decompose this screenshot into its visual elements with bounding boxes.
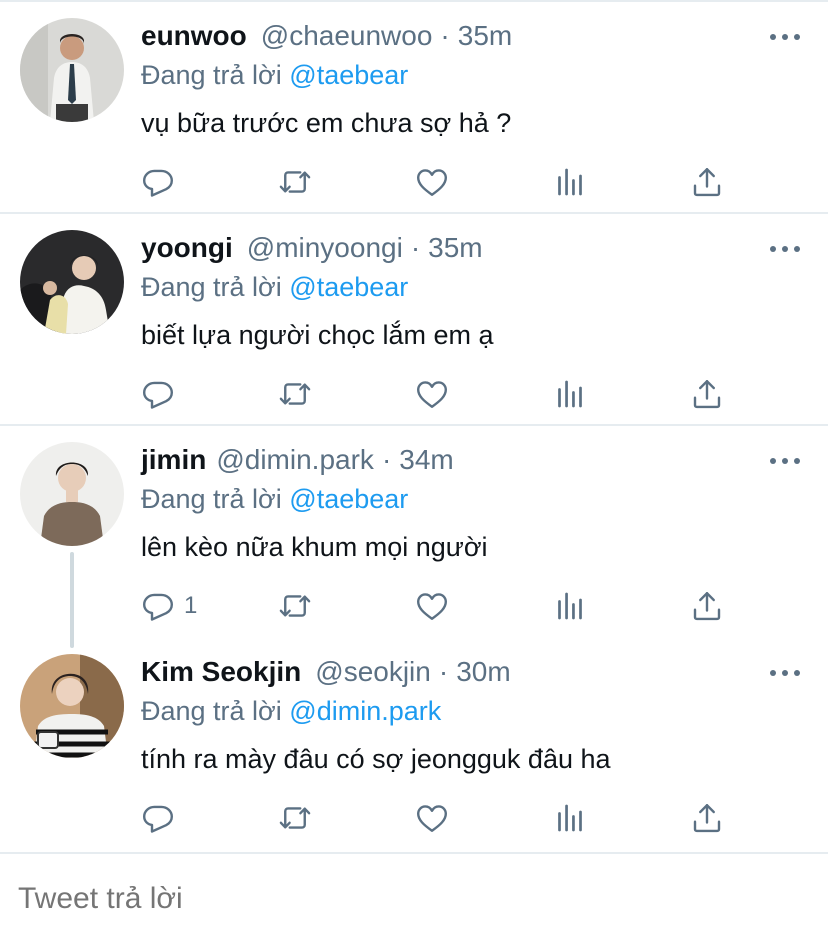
share-icon — [689, 376, 725, 412]
display-name[interactable]: eunwoo — [141, 20, 247, 52]
retweet-button[interactable] — [277, 798, 313, 838]
retweet-button[interactable] — [277, 162, 313, 202]
mention-link[interactable]: @taebear — [289, 60, 408, 90]
reply-icon — [140, 164, 176, 200]
divider — [0, 0, 828, 2]
reply-button[interactable] — [140, 162, 184, 202]
avatar[interactable] — [20, 18, 124, 122]
separator-dot: · — [381, 444, 392, 475]
reply-icon — [140, 800, 176, 836]
analytics-icon — [552, 588, 588, 624]
more-icon[interactable] — [770, 456, 800, 466]
display-name[interactable]: yoongi — [141, 232, 233, 264]
separator-dot: · — [410, 232, 421, 263]
share-icon — [689, 588, 725, 624]
tweet-actions — [140, 798, 740, 838]
tweet-text: vụ bữa trước em chưa sợ hả ? — [141, 108, 512, 138]
like-icon — [414, 588, 450, 624]
replying-to: Đang trả lời @taebear — [141, 484, 408, 515]
replying-label: Đang trả lời — [141, 484, 282, 514]
retweet-button[interactable] — [277, 374, 313, 414]
avatar[interactable] — [20, 442, 124, 546]
analytics-icon — [552, 164, 588, 200]
reply-composer — [0, 852, 828, 940]
like-button[interactable] — [414, 798, 450, 838]
replying-to: Đang trả lời @taebear — [141, 60, 408, 91]
more-icon[interactable] — [770, 668, 800, 678]
reply-count: 1 — [184, 592, 198, 619]
retweet-icon — [277, 376, 313, 412]
reply-icon — [140, 376, 176, 412]
share-button[interactable] — [689, 162, 725, 202]
analytics-button[interactable] — [552, 798, 588, 838]
reply-button[interactable] — [140, 374, 184, 414]
tweet-header: yoongi @minyoongi · 35m — [141, 232, 483, 268]
like-button[interactable] — [414, 162, 450, 202]
tweet[interactable]: yoongi @minyoongi · 35m Đang trả lời @ta… — [0, 230, 828, 430]
tweet-actions — [140, 162, 740, 202]
separator-dot: · — [440, 20, 450, 51]
like-icon — [414, 164, 450, 200]
replying-to: Đang trả lời @taebear — [141, 272, 408, 303]
tweet-text: tính ra mày đâu có sợ jeongguk đâu ha — [141, 744, 611, 774]
reply-input[interactable] — [18, 882, 718, 916]
analytics-button[interactable] — [552, 374, 588, 414]
tweet[interactable]: eunwoo @chaeunwoo · 35m Đang trả lời @ta… — [0, 18, 828, 218]
mention-link[interactable]: @taebear — [289, 484, 408, 514]
display-name[interactable]: Kim Seokjin — [141, 656, 301, 688]
reply-icon — [140, 588, 176, 624]
analytics-icon — [552, 800, 588, 836]
reply-button[interactable]: 1 — [140, 586, 197, 626]
username[interactable]: @seokjin — [315, 656, 431, 688]
username[interactable]: @dimin.park — [216, 444, 374, 476]
share-button[interactable] — [689, 798, 725, 838]
replying-label: Đang trả lời — [141, 60, 282, 90]
tweet-header: jimin @dimin.park · 34m — [141, 444, 454, 480]
more-icon[interactable] — [770, 32, 800, 42]
tweet[interactable]: Kim Seokjin @seokjin · 30m Đang trả lời … — [0, 654, 828, 854]
tweet-actions — [140, 374, 740, 414]
share-button[interactable] — [689, 374, 725, 414]
separator-dot: · — [438, 656, 449, 687]
username[interactable]: @minyoongi — [247, 232, 403, 264]
timestamp[interactable]: 34m — [399, 444, 453, 476]
tweet-text: lên kèo nữa khum mọi người — [141, 532, 488, 562]
more-icon[interactable] — [770, 244, 800, 254]
share-icon — [689, 800, 725, 836]
analytics-button[interactable] — [552, 586, 588, 626]
mention-link[interactable]: @dimin.park — [289, 696, 441, 726]
tweet-header: Kim Seokjin @seokjin · 30m — [141, 656, 511, 692]
timestamp[interactable]: 35m — [428, 232, 482, 264]
avatar[interactable] — [20, 230, 124, 334]
tweet-text: biết lựa người chọc lắm em ạ — [141, 320, 494, 350]
timestamp[interactable]: 30m — [456, 656, 510, 688]
like-button[interactable] — [414, 374, 450, 414]
replying-to: Đang trả lời @dimin.park — [141, 696, 441, 727]
analytics-button[interactable] — [552, 162, 588, 202]
retweet-icon — [277, 588, 313, 624]
replying-label: Đang trả lời — [141, 696, 282, 726]
tweet-header: eunwoo @chaeunwoo · 35m — [141, 20, 512, 56]
timestamp[interactable]: 35m — [458, 20, 512, 52]
share-button[interactable] — [689, 586, 725, 626]
analytics-icon — [552, 376, 588, 412]
reply-button[interactable] — [140, 798, 184, 838]
display-name[interactable]: jimin — [141, 444, 206, 476]
avatar[interactable] — [20, 654, 124, 758]
mention-link[interactable]: @taebear — [289, 272, 408, 302]
like-icon — [414, 376, 450, 412]
retweet-icon — [277, 800, 313, 836]
tweet-actions: 1 — [140, 586, 740, 626]
tweet[interactable]: jimin @dimin.park · 34m Đang trả lời @ta… — [0, 442, 828, 642]
retweet-icon — [277, 164, 313, 200]
like-icon — [414, 800, 450, 836]
username[interactable]: @chaeunwoo — [261, 20, 433, 52]
retweet-button[interactable] — [277, 586, 313, 626]
like-button[interactable] — [414, 586, 450, 626]
replying-label: Đang trả lời — [141, 272, 282, 302]
share-icon — [689, 164, 725, 200]
